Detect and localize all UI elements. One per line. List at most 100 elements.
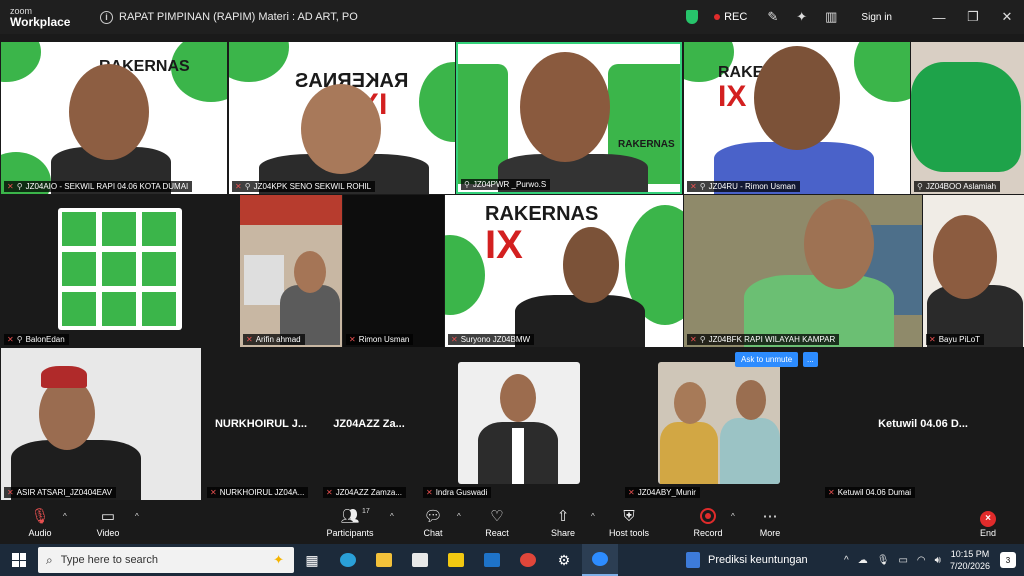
title-bar: zoom Workplace i RAPAT PIMPINAN (RAPIM) … [0,0,1024,34]
windows-taskbar: ⌕ Type here to search ✦ ▦ ⚙ Prediksi keu… [0,544,1024,576]
react-button[interactable]: ♡ React [482,508,512,538]
share-button[interactable]: ⇧ Share [548,508,578,538]
video-tile-active-speaker[interactable]: RAKERNAS ⚲ JZ04PWR _Purwo.S [456,42,682,194]
participant-name: ✕ Suryono JZ04BMW [448,334,535,345]
video-gallery: RAKERNAS IX ✕⚲JZ04AIO - SEKWIL RAPI 04.0… [0,34,1024,502]
more-dots-icon: ⋯ [762,508,778,525]
more-button[interactable]: ⋯ More [756,508,784,538]
zoom-app-icon[interactable] [582,544,618,576]
settings-gear-icon[interactable]: ⚙ [546,544,582,576]
microphone-icon[interactable]: 🎙︎ [877,555,890,566]
system-tray: ^ ☁ 🎙︎ ▭ ◠ 🔊︎ 10:15 PM 7/20/2026 3 [844,544,1024,576]
participant-name: ✕ Bayu PiLoT [926,334,985,345]
participant-name-large: NURKHOIRUL J... [214,418,308,430]
participant-name: ✕ JZ04ABY_Munir [625,487,700,498]
record-icon [700,508,716,524]
volume-icon[interactable]: 🔊︎ [935,555,941,566]
task-view-icon[interactable]: ▦ [294,544,330,576]
sign-in-link[interactable]: Sign in [861,12,892,23]
participant-name-large: Ketuwil 04.06 D... [878,418,968,430]
record-button[interactable]: Record [692,508,724,538]
video-tile[interactable]: RAKERNAS IX ✕⚲JZ04AIO - SEKWIL RAPI 04.0… [1,42,227,194]
video-tile[interactable]: ✕ JZ04ABY_Munir [622,348,818,500]
chat-button[interactable]: 💬︎ Chat [418,508,448,538]
chat-icon: 💬︎ [423,508,443,525]
end-icon: × [980,511,996,527]
meeting-toolbar: 🎙︎ Audio ^ ▭ Video ^ 👥︎ Participants 17 … [0,502,1024,544]
participant-name: ✕ Rimon Usman [346,334,414,345]
encryption-shield-icon[interactable] [686,10,699,24]
view-icon[interactable]: ▥ [825,9,837,25]
network-icon[interactable]: ◠ [917,555,926,566]
pin-icon: ⚲ [16,182,23,191]
recording-indicator[interactable]: REC [714,11,747,23]
video-tile[interactable]: ✕ ⚲ JZ04BFK RAPI WILAYAH KAMPAR [684,195,922,347]
shield-icon: ⛨ [623,508,635,525]
zoom-logo: zoom Workplace [0,6,80,28]
video-tile[interactable]: ✕ Indra Guswadi [420,348,620,500]
participant-name-large: JZ04AZZ Za... [333,418,405,430]
sparkle-icon[interactable]: ✦ [796,9,807,25]
audio-button[interactable]: 🎙︎ Audio [24,508,56,538]
windows-start-icon[interactable] [12,553,26,567]
widget-news[interactable]: Prediksi keuntungan [686,552,808,568]
meeting-title: RAPAT PIMPINAN (RAPIM) Materi : AD ART, … [119,11,358,23]
minimize-icon[interactable]: — [922,10,956,25]
video-tile[interactable]: JZ04AZZ Za... ✕ JZ04AZZ Zamza... [320,348,418,500]
video-tile[interactable]: RAKERNAS IX ✕⚲JZ04KPK SENO SEKWIL ROHIL [229,42,455,194]
video-tile[interactable]: ✕ Rimon Usman [343,195,444,347]
video-tile[interactable]: RAKERNAS IX ✕ Suryono JZ04BMW [445,195,683,347]
participant-name: ✕ NURKHOIRUL JZ04A... [207,487,309,498]
video-tile[interactable]: Ketuwil 04.06 D... ✕ Ketuwil 04.06 Dumai [822,348,1024,500]
outlook-icon[interactable] [474,544,510,576]
video-tile[interactable]: NURKHOIRUL J... ✕ NURKHOIRUL JZ04A... [204,348,318,500]
heart-icon: ♡ [490,508,504,525]
video-tile[interactable]: ✕ Bayu PiLoT [923,195,1024,347]
chrome-icon[interactable] [510,544,546,576]
participant-name: ⚲ JZ04BOO Aslamiah [914,181,1001,192]
host-tools-button[interactable]: ⛨ Host tools [606,508,652,538]
participant-name: ✕ ⚲ JZ04AIO - SEKWIL RAPI 04.06 KOTA DUMAI [4,181,193,192]
battery-icon[interactable]: ▭ [898,555,907,566]
participant-name: ✕ ⚲ JZ04BFK RAPI WILAYAH KAMPAR [687,334,840,345]
notifications-icon[interactable]: 3 [1000,552,1016,568]
taskbar-search-input[interactable]: ⌕ Type here to search ✦ [38,547,294,573]
rec-label: REC [724,11,748,23]
share-screen-icon: ⇧ [556,508,570,525]
participant-name: ⚲ JZ04PWR _Purwo.S [461,179,551,190]
news-widget-icon [686,552,700,568]
tile-more-button[interactable]: ... [803,352,818,367]
restore-icon[interactable]: ❐ [956,9,990,25]
chevron-up-icon[interactable]: ^ [844,555,849,566]
participant-name: ✕ Indra Guswadi [423,487,492,498]
file-explorer-icon[interactable] [366,544,402,576]
video-button[interactable]: ▭ Video [92,508,124,538]
participant-name: ✕ Arifin ahmad [243,334,305,345]
record-dot-icon [714,14,721,20]
edge-browser-icon[interactable] [330,544,366,576]
participant-name: ✕ ⚲ JZ04KPK SENO SEKWIL ROHIL [232,181,376,192]
participant-name: ✕ ASIR ATSARI_JZ0404EAV [4,487,117,498]
muted-mic-icon: 🎙︎ [30,508,50,525]
search-icon: ⌕ [46,552,53,567]
power-bi-icon[interactable] [438,544,474,576]
participants-button[interactable]: 👥︎ Participants 17 [322,508,378,538]
end-meeting-button[interactable]: × End [974,508,1002,538]
brand-bottom: Workplace [10,15,71,29]
participant-name: ✕ ⚲ JZ04RU - Rimon Usman [687,181,800,192]
video-tile[interactable]: ✕ ⚲ BalonEdan [1,195,239,347]
copilot-sparkle-icon: ✦ [273,552,284,567]
info-icon[interactable]: i [100,10,113,24]
participants-count: 17 [362,508,370,515]
cloud-icon[interactable]: ☁ [858,555,868,566]
ask-to-unmute-button[interactable]: Ask to unmute [735,352,799,367]
video-tile[interactable]: ✕ Arifin ahmad [240,195,342,347]
video-tile[interactable]: RAKERNAS IX ✕⚲JZ04RU - Rimon Usman [684,42,910,194]
store-icon[interactable] [402,544,438,576]
participant-name: ✕ ⚲ BalonEdan [4,334,69,345]
close-icon[interactable]: ✕ [990,9,1024,25]
video-tile[interactable]: ✕ ASIR ATSARI_JZ0404EAV [1,348,201,500]
video-tile[interactable]: ⚲ JZ04BOO Aslamiah [911,42,1024,194]
pen-icon[interactable]: ✎ [767,9,778,25]
taskbar-clock[interactable]: 10:15 PM 7/20/2026 [950,548,990,572]
